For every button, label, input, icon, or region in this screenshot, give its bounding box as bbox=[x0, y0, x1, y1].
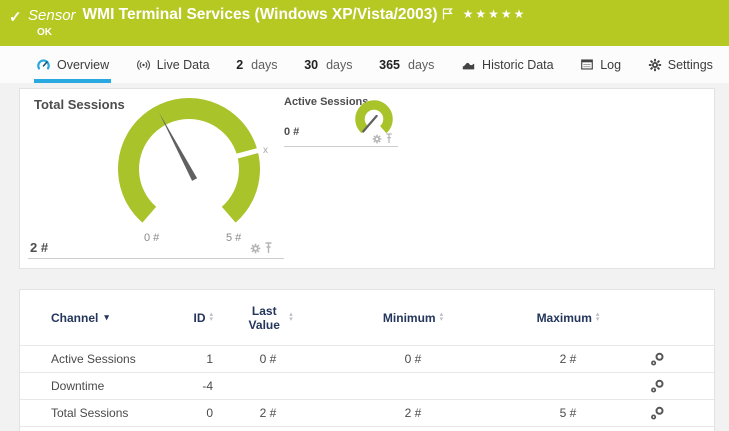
tab-label: Live Data bbox=[157, 58, 210, 72]
gauges-panel: Total Sessions x 0 # 5 # 2 # Active Sess… bbox=[19, 88, 715, 269]
active-sessions-value: 0 # bbox=[284, 126, 299, 138]
total-sessions-gauge bbox=[115, 95, 263, 223]
channel-settings-icon[interactable] bbox=[650, 406, 665, 421]
sensor-title: WMI Terminal Services (Windows XP/Vista/… bbox=[83, 6, 438, 24]
gauge-pin-icon[interactable] bbox=[385, 133, 393, 144]
channel-maximum: 5 # bbox=[560, 406, 577, 420]
channel-id: -4 bbox=[202, 379, 213, 393]
total-sessions-gauge-title: Total Sessions bbox=[34, 97, 125, 112]
channel-minimum: 2 # bbox=[405, 406, 422, 420]
channel-name: Total Sessions bbox=[51, 406, 161, 420]
tab-2-days[interactable]: 2 days bbox=[234, 46, 279, 83]
channels-table-panel: Channel▾ ID▴▾ Last Value▴▾ Minimum▴▾ Max… bbox=[19, 289, 715, 431]
gauge-underline bbox=[28, 258, 284, 259]
tab-label: Log bbox=[600, 58, 621, 72]
tab-365-days[interactable]: 365 days bbox=[377, 46, 436, 83]
channels-table-header: Channel▾ ID▴▾ Last Value▴▾ Minimum▴▾ Max… bbox=[20, 290, 714, 346]
sensor-status-text: OK bbox=[37, 27, 52, 38]
tab-overview[interactable]: Overview bbox=[34, 46, 111, 83]
channel-maximum: 2 # bbox=[560, 352, 577, 366]
priority-flag-icon[interactable] bbox=[442, 7, 453, 25]
sensor-tab-bar: Overview Live Data 2 days 30 days 365 da… bbox=[0, 46, 729, 83]
tab-label: Historic Data bbox=[482, 58, 554, 72]
gauge-pin-icon[interactable] bbox=[264, 242, 273, 254]
channel-id: 1 bbox=[206, 352, 213, 366]
table-row-total-sessions: Total Sessions 0 2 # 2 # 5 # bbox=[20, 400, 714, 427]
tab-historic-data[interactable]: Historic Data bbox=[459, 46, 556, 83]
channel-settings-icon[interactable] bbox=[650, 352, 665, 367]
column-header-maximum[interactable]: Maximum▴▾ bbox=[537, 311, 600, 325]
gauge-settings-gear-icon[interactable] bbox=[250, 243, 261, 254]
sort-icon: ▴▾ bbox=[440, 313, 444, 322]
gauge-icon bbox=[36, 57, 51, 72]
tab-label: Overview bbox=[57, 58, 109, 72]
gear-icon bbox=[648, 58, 662, 72]
total-sessions-value: 2 # bbox=[30, 240, 48, 255]
sort-desc-icon: ▾ bbox=[104, 312, 109, 323]
tab-log[interactable]: Log bbox=[578, 46, 623, 83]
gauge-axis-marker: x bbox=[263, 145, 268, 156]
table-row-active-sessions: Active Sessions 1 0 # 0 # 2 # bbox=[20, 346, 714, 373]
status-ok-check-icon: ✓ bbox=[9, 8, 22, 26]
gauge-underline bbox=[284, 146, 398, 147]
channel-minimum: 0 # bbox=[405, 352, 422, 366]
channel-last-value: 2 # bbox=[260, 406, 277, 420]
gauge-scale-max: 5 # bbox=[226, 232, 241, 244]
sort-icon: ▴▾ bbox=[209, 313, 213, 322]
gauge-settings-gear-icon[interactable] bbox=[372, 134, 382, 144]
live-data-icon bbox=[136, 58, 151, 72]
tab-label: Settings bbox=[668, 58, 713, 72]
table-row-downtime: Downtime -4 bbox=[20, 373, 714, 400]
sort-icon: ▴▾ bbox=[289, 313, 293, 322]
sort-icon: ▴▾ bbox=[596, 313, 600, 322]
historic-data-icon bbox=[461, 58, 476, 72]
gauge-scale-min: 0 # bbox=[144, 232, 159, 244]
channel-name: Downtime bbox=[51, 379, 161, 393]
column-header-last-value[interactable]: Last Value▴▾ bbox=[243, 304, 293, 332]
column-header-minimum[interactable]: Minimum▴▾ bbox=[383, 311, 443, 325]
channel-id: 0 bbox=[206, 406, 213, 420]
tab-30-days[interactable]: 30 days bbox=[302, 46, 354, 83]
channel-name: Active Sessions bbox=[51, 352, 161, 366]
sensor-kind-label: Sensor bbox=[28, 6, 76, 24]
tab-live-data[interactable]: Live Data bbox=[134, 46, 212, 83]
column-header-channel[interactable]: Channel▾ bbox=[51, 311, 161, 325]
sensor-header: ✓ Sensor WMI Terminal Services (Windows … bbox=[0, 0, 729, 46]
priority-stars[interactable]: ★★★★★ bbox=[463, 7, 527, 21]
column-header-id[interactable]: ID▴▾ bbox=[193, 311, 213, 325]
channel-settings-icon[interactable] bbox=[650, 379, 665, 394]
log-icon bbox=[580, 58, 594, 71]
tab-settings[interactable]: Settings bbox=[646, 46, 715, 83]
channel-last-value: 0 # bbox=[260, 352, 277, 366]
